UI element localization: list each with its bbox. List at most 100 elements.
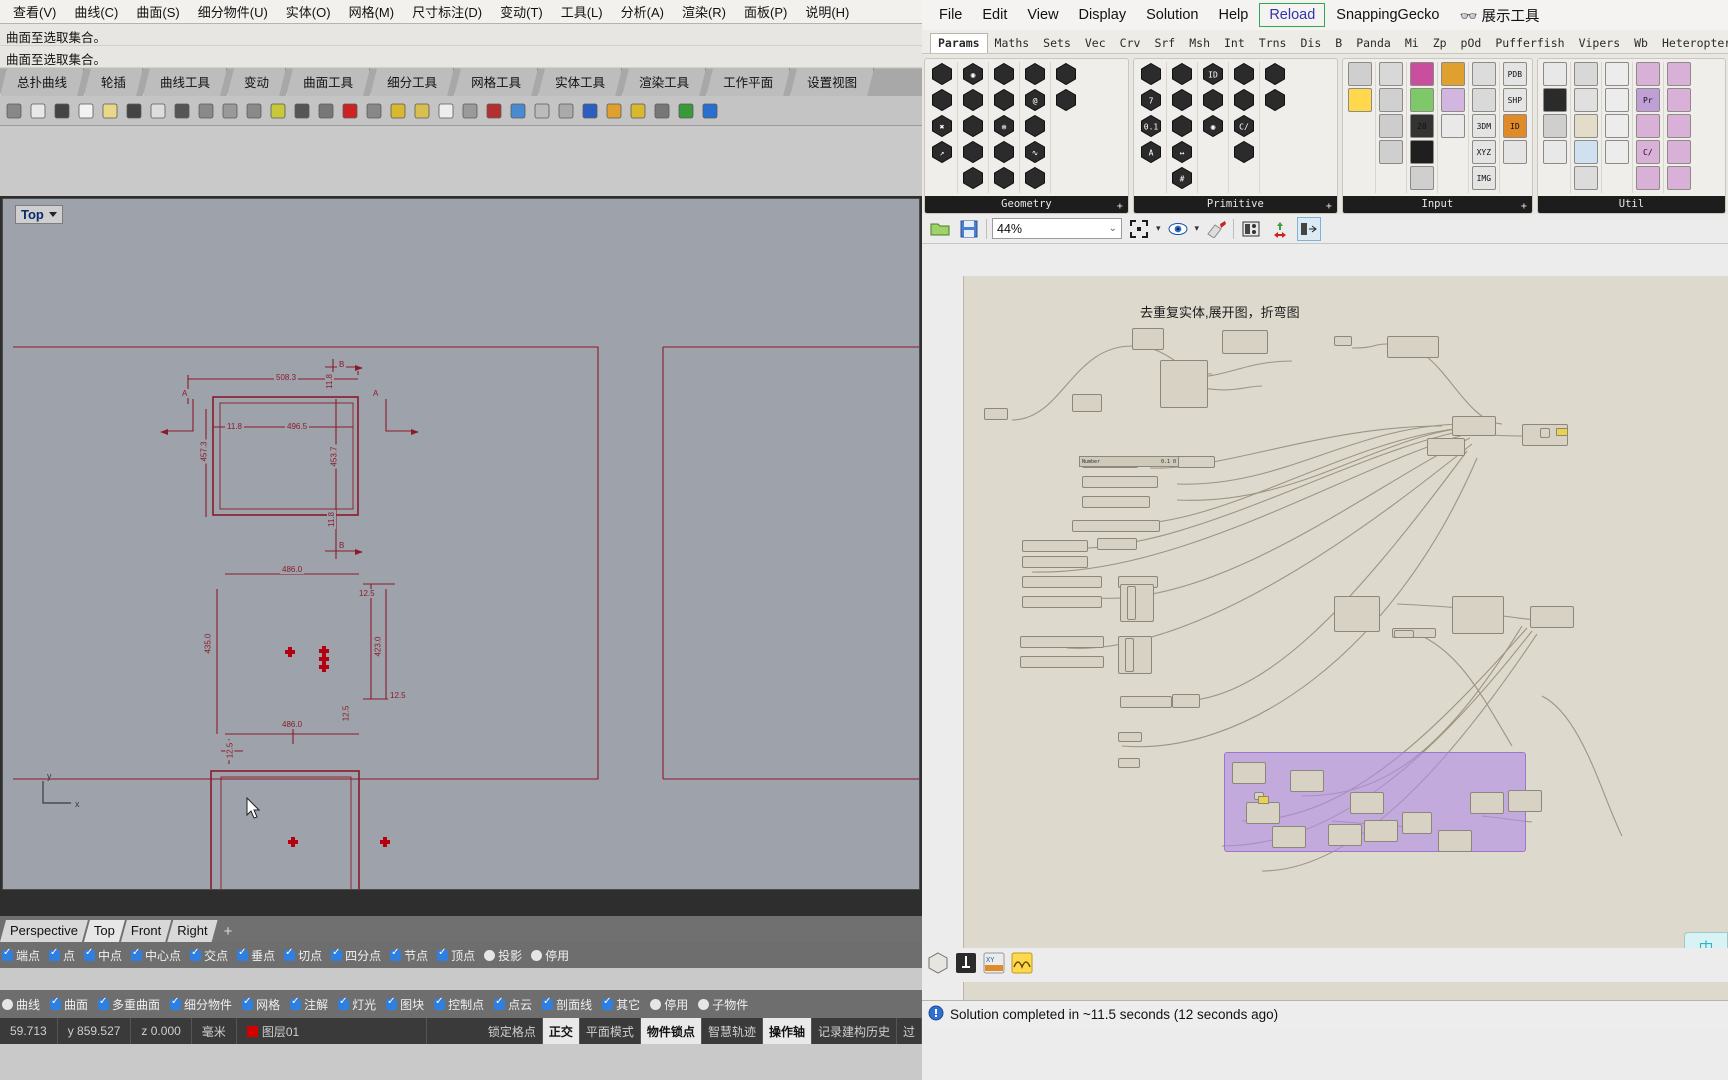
rhino-toolbar-tab-5[interactable]: 细分工具 xyxy=(370,68,454,96)
rhino-menu-item-1[interactable]: 曲线(C) xyxy=(65,0,127,23)
geometry-icon-mirror[interactable] xyxy=(1023,114,1047,138)
checkbox-icon[interactable] xyxy=(386,996,398,1010)
gh-component-node[interactable] xyxy=(1125,638,1134,672)
rhino-menu-item-10[interactable]: 渲染(R) xyxy=(673,0,735,23)
bulb-icon[interactable] xyxy=(435,100,457,122)
sphere-icon[interactable] xyxy=(531,100,553,122)
gh-component-node[interactable] xyxy=(1452,416,1496,436)
sphere2-icon[interactable] xyxy=(555,100,577,122)
input-icon-colour-picker[interactable] xyxy=(1409,88,1434,112)
geometry-icon-line[interactable] xyxy=(961,140,985,164)
util-icon-no[interactable] xyxy=(1604,140,1629,164)
util-icon-pr[interactable]: Pr xyxy=(1635,88,1660,112)
status-toggle-6[interactable]: 记录建构历史 xyxy=(812,1018,897,1044)
gh-ribbon-tab-zp[interactable]: Zp xyxy=(1426,34,1454,53)
util-icon-filter[interactable] xyxy=(1573,140,1598,164)
viewport-tab-front[interactable]: Front xyxy=(121,920,171,942)
gh-component-node[interactable] xyxy=(1022,540,1088,552)
geometry-icon-brep[interactable] xyxy=(930,62,954,86)
checkbox-icon[interactable] xyxy=(2,947,13,961)
copy-icon[interactable] xyxy=(75,100,97,122)
input-icon-shp[interactable]: SHP xyxy=(1502,88,1527,112)
gh-component-node[interactable] xyxy=(1540,428,1550,438)
gh-ribbon-tab-b[interactable]: B xyxy=(1328,34,1349,53)
gh-ribbon-tab-crv[interactable]: Crv xyxy=(1113,34,1148,53)
chevron-down-icon[interactable]: ⌄ xyxy=(1109,223,1117,234)
status-toggle-2[interactable]: 平面模式 xyxy=(580,1018,641,1044)
geometry-icon-group[interactable] xyxy=(930,88,954,112)
gh-ribbon-tabs[interactable]: Params Maths Sets Vec Crv Srf Msh Int Trns Dis B Pa… xyxy=(922,30,1728,54)
osnap-item-2[interactable]: 中点 xyxy=(84,947,122,964)
checkbox-icon[interactable] xyxy=(331,947,343,961)
gh-component-node[interactable] xyxy=(1427,438,1465,456)
rhino-toolbar-tabs[interactable]: 总扑曲线 轮插 曲线工具 变动 曲面工具 细分工具 网格工具 实体工具 渲染工具 工作平面 设置视图 xyxy=(0,69,922,96)
geometry-icon-points[interactable] xyxy=(1023,166,1047,190)
input-icon-3dm[interactable]: 3DM xyxy=(1471,114,1496,138)
primitive-icon-integer[interactable]: 7 xyxy=(1139,88,1163,112)
gh-component-node[interactable] xyxy=(1020,656,1104,668)
gh-component-node[interactable] xyxy=(1072,394,1102,412)
gh-ribbon-tab-panda[interactable]: Panda xyxy=(1349,34,1398,53)
objfilter-item-12[interactable]: 停用 xyxy=(650,996,688,1013)
gh-grouped-component-node[interactable] xyxy=(1438,830,1472,852)
paste-icon[interactable] xyxy=(99,100,121,122)
gh-menu-item-edit[interactable]: Edit xyxy=(973,4,1016,26)
viewport-label-top[interactable]: Top xyxy=(15,205,63,224)
gh-component-node[interactable] xyxy=(1020,636,1104,648)
geometry-icon-circle[interactable]: ◉ xyxy=(961,62,985,86)
primitive-icon-shader[interactable] xyxy=(1232,140,1256,164)
gh-menubar[interactable]: File Edit View Display Solution Help Reload Sna… xyxy=(922,0,1728,30)
gh-grouped-component-node[interactable] xyxy=(1508,790,1542,812)
checkbox-icon[interactable] xyxy=(434,996,446,1010)
zoom-icon[interactable] xyxy=(195,100,217,122)
zoom-window-icon[interactable] xyxy=(219,100,241,122)
gh-warning-node[interactable] xyxy=(1556,428,1568,436)
open-file-icon[interactable] xyxy=(928,217,952,241)
widget-wave-icon[interactable] xyxy=(1010,951,1034,980)
viewport-tab-right[interactable]: Right xyxy=(167,920,217,942)
util-icon-search[interactable] xyxy=(1604,114,1629,138)
render-icon[interactable] xyxy=(363,100,385,122)
rhino-menu-item-9[interactable]: 分析(A) xyxy=(612,0,673,23)
gh-menu-item-展示工具[interactable]: 👓 展示工具 xyxy=(1450,2,1548,29)
util-icon-arrow-right[interactable] xyxy=(1604,62,1629,86)
rhino-toolbar-tab-1[interactable]: 轮插 xyxy=(84,68,143,96)
gh-component-node[interactable] xyxy=(1160,360,1208,408)
gh-component-node[interactable] xyxy=(1118,732,1142,742)
geometry-icon-vector[interactable]: ↗ xyxy=(930,140,954,164)
gh-menu-item-display[interactable]: Display xyxy=(1070,4,1136,26)
status-toggle-4[interactable]: 智慧轨迹 xyxy=(702,1018,763,1044)
gh-canvas[interactable]: 去重复实体,展开图，折弯图 Number 0.1 0 xyxy=(922,276,1728,1000)
rhino-menu-item-8[interactable]: 工具(L) xyxy=(552,0,612,23)
gh-ribbon-tab-int[interactable]: Int xyxy=(1217,34,1252,53)
gh-component-node[interactable] xyxy=(1452,596,1504,634)
move-icon[interactable] xyxy=(171,100,193,122)
lock-icon[interactable] xyxy=(459,100,481,122)
gh-component-node[interactable] xyxy=(1022,556,1088,568)
status-toggle-7[interactable]: 过 xyxy=(897,1018,922,1044)
primitive-icon-number[interactable]: 0.1 xyxy=(1139,114,1163,138)
geometry-icon-x[interactable]: ✖ xyxy=(930,114,954,138)
geometry-icon-extra2[interactable] xyxy=(1054,88,1078,112)
pan-icon[interactable] xyxy=(147,100,169,122)
gh-component-node[interactable] xyxy=(1387,336,1439,358)
gh-component-node[interactable] xyxy=(1097,538,1137,550)
checkbox-icon[interactable] xyxy=(49,947,61,961)
input-icon-sphere-colour[interactable] xyxy=(1440,88,1465,112)
gh-grouped-component-node[interactable] xyxy=(1272,826,1306,848)
objfilter-item-1[interactable]: 曲面 xyxy=(50,996,88,1013)
globe-icon[interactable] xyxy=(675,100,697,122)
geometry-icon-box[interactable] xyxy=(992,62,1016,86)
checkbox-icon[interactable] xyxy=(2,998,13,1010)
rhino-toolbar-tab-10[interactable]: 设置视图 xyxy=(790,68,874,96)
rhino-toolbar-tab-8[interactable]: 渲染工具 xyxy=(622,68,706,96)
gh-grouped-component-node[interactable] xyxy=(1364,820,1398,842)
util-icon-blob[interactable] xyxy=(1542,114,1567,138)
input-icon-gears[interactable] xyxy=(1440,62,1465,86)
geometry-icon-spiral[interactable]: @ xyxy=(1023,88,1047,112)
rhino-menu-item-2[interactable]: 曲面(S) xyxy=(127,0,188,23)
osnap-item-5[interactable]: 垂点 xyxy=(237,947,275,964)
rhino-menu-item-7[interactable]: 变动(T) xyxy=(491,0,552,23)
gh-bottom-widgets[interactable]: XY xyxy=(922,948,1728,982)
checkbox-icon[interactable] xyxy=(98,996,110,1010)
